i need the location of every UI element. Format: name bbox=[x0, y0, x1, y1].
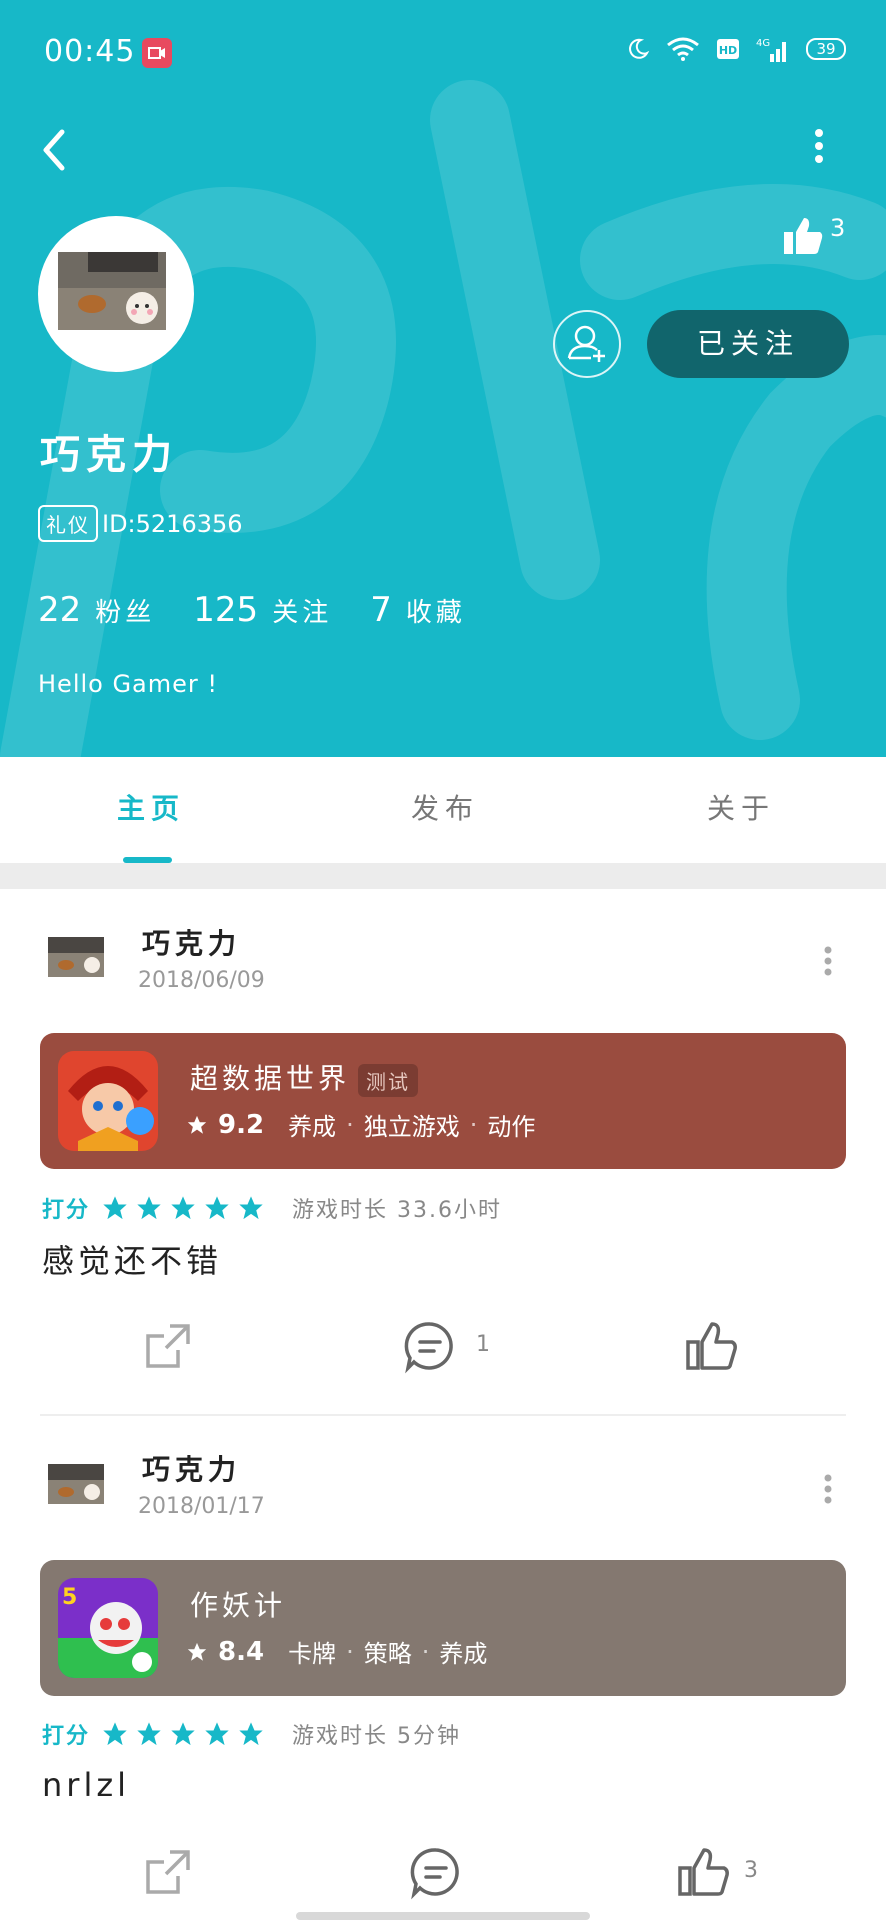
rating-row: 打分 游戏时长 5分钟 bbox=[42, 1718, 461, 1750]
game-icon bbox=[58, 1051, 158, 1151]
back-arrow-icon[interactable] bbox=[34, 120, 74, 180]
like-count: 3 bbox=[744, 1858, 758, 1883]
svg-text:4G: 4G bbox=[756, 38, 770, 49]
wifi-icon bbox=[667, 37, 699, 61]
stat-favorites[interactable]: 7 收藏 bbox=[370, 590, 466, 630]
star-icon bbox=[171, 1196, 195, 1220]
stat-fans[interactable]: 22 粉丝 bbox=[38, 590, 155, 630]
status-icons: HD 4G 39 bbox=[626, 36, 846, 62]
avatar-photo bbox=[58, 252, 166, 330]
profile-likes[interactable]: 3 bbox=[782, 214, 845, 256]
svg-text:HD: HD bbox=[719, 44, 737, 57]
game-genre: 养成 bbox=[288, 1113, 337, 1141]
rating-label: 打分 bbox=[42, 1724, 91, 1749]
battery-indicator: 39 bbox=[806, 38, 846, 60]
signal-4g-icon: 4G bbox=[756, 38, 786, 62]
tab-posts[interactable]: 发布 bbox=[411, 787, 479, 827]
game-meta: 9.2 养成 · 独立游戏 · 动作 bbox=[186, 1107, 535, 1142]
post-author-name[interactable]: 巧克力 bbox=[142, 922, 241, 962]
post-date: 2018/01/17 bbox=[138, 1494, 265, 1519]
profile-nickname: 巧克力 bbox=[40, 432, 178, 478]
comment-icon[interactable] bbox=[402, 1318, 458, 1374]
section-gap bbox=[0, 863, 886, 889]
game-genre: 独立游戏 bbox=[363, 1113, 460, 1141]
star-icon bbox=[187, 1642, 207, 1661]
rating-label: 打分 bbox=[42, 1198, 91, 1223]
thumbs-up-icon[interactable] bbox=[684, 1318, 740, 1374]
game-genre: 养成 bbox=[439, 1640, 488, 1668]
more-vertical-icon[interactable] bbox=[804, 126, 834, 166]
game-tag: 测试 bbox=[358, 1063, 419, 1097]
star-icon bbox=[137, 1722, 161, 1746]
watermark-logo bbox=[0, 80, 886, 757]
profile-tabs: 主页 发布 关于 bbox=[0, 757, 886, 863]
add-user-icon bbox=[567, 325, 605, 362]
thumbs-up-icon[interactable] bbox=[676, 1844, 732, 1900]
rating-stars bbox=[100, 1194, 266, 1222]
game-meta: 8.4 卡牌 · 策略 · 养成 bbox=[186, 1634, 487, 1669]
game-score: 8.4 bbox=[218, 1636, 265, 1667]
star-icon bbox=[171, 1722, 195, 1746]
game-title: 作妖计 bbox=[190, 1589, 287, 1622]
post-author-avatar[interactable] bbox=[48, 937, 104, 977]
post-more-icon[interactable] bbox=[822, 1474, 834, 1504]
status-time: 00:45 bbox=[44, 34, 136, 69]
game-title: 超数据世界 测试 bbox=[190, 1057, 419, 1097]
star-icon bbox=[239, 1722, 263, 1746]
game-icon: 5 bbox=[58, 1578, 158, 1678]
star-icon bbox=[187, 1115, 207, 1134]
game-genre: 动作 bbox=[487, 1113, 536, 1141]
playtime: 游戏时长 33.6小时 bbox=[292, 1198, 502, 1223]
post-text: 感觉还不错 bbox=[42, 1242, 223, 1280]
game-genre: 策略 bbox=[363, 1640, 412, 1668]
post-text: nrlzl bbox=[42, 1766, 131, 1804]
share-icon[interactable] bbox=[140, 1318, 196, 1374]
hd-icon: HD bbox=[717, 39, 739, 59]
tab-home[interactable]: 主页 bbox=[117, 787, 185, 827]
game-genre: 卡牌 bbox=[288, 1640, 337, 1668]
star-icon bbox=[205, 1196, 229, 1220]
user-id: ID:5216356 bbox=[102, 510, 243, 538]
profile-bio: Hello Gamer ! bbox=[38, 670, 219, 698]
moon-icon bbox=[629, 38, 650, 59]
profile-likes-count: 3 bbox=[830, 214, 846, 242]
home-indicator[interactable] bbox=[296, 1912, 590, 1920]
comment-count: 1 bbox=[476, 1332, 490, 1357]
star-icon bbox=[103, 1196, 127, 1220]
star-icon bbox=[137, 1196, 161, 1220]
user-badge[interactable]: 礼仪 bbox=[38, 505, 98, 542]
game-score: 9.2 bbox=[218, 1109, 265, 1140]
post-more-icon[interactable] bbox=[822, 946, 834, 976]
game-card[interactable]: 超数据世界 测试 9.2 养成 · 独立游戏 · 动作 bbox=[40, 1033, 846, 1169]
comment-icon[interactable] bbox=[408, 1844, 464, 1900]
share-icon[interactable] bbox=[140, 1844, 196, 1900]
profile-header bbox=[0, 0, 886, 757]
playtime: 游戏时长 5分钟 bbox=[292, 1724, 462, 1749]
post-author-avatar[interactable] bbox=[48, 1464, 104, 1504]
add-friend-button[interactable] bbox=[553, 310, 621, 378]
tab-about[interactable]: 关于 bbox=[707, 787, 775, 827]
post-author-name[interactable]: 巧克力 bbox=[142, 1448, 241, 1488]
game-card[interactable]: 5 作妖计 8.4 卡牌 · 策略 · 养成 bbox=[40, 1560, 846, 1696]
star-icon bbox=[103, 1722, 127, 1746]
star-icon bbox=[239, 1196, 263, 1220]
svg-text:5: 5 bbox=[62, 1585, 77, 1610]
thumbs-up-icon bbox=[784, 218, 823, 254]
stat-following[interactable]: 125 关注 bbox=[193, 590, 332, 630]
screen-record-icon bbox=[142, 38, 172, 68]
post-divider bbox=[40, 1414, 846, 1416]
status-bar: 00:45 HD 4G 39 bbox=[0, 0, 886, 100]
followed-button[interactable]: 已关注 bbox=[647, 310, 849, 378]
profile-stats: 22 粉丝 125 关注 7 收藏 bbox=[38, 590, 466, 630]
star-icon bbox=[205, 1722, 229, 1746]
post-date: 2018/06/09 bbox=[138, 968, 265, 993]
rating-row: 打分 游戏时长 33.6小时 bbox=[42, 1192, 502, 1224]
rating-stars bbox=[100, 1720, 266, 1748]
